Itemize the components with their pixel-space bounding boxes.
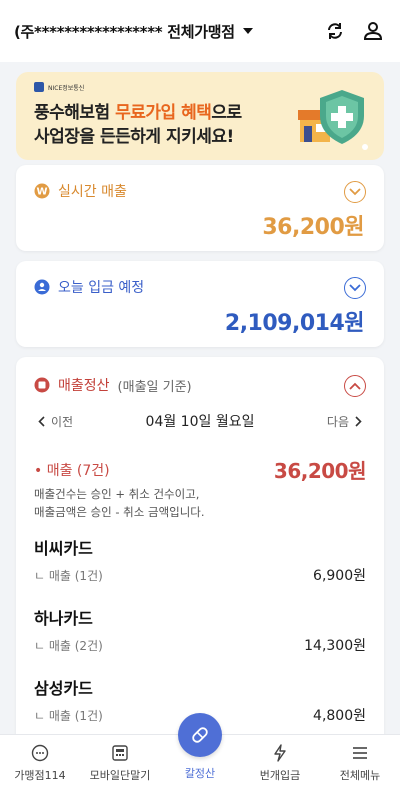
brand-text: NICE정보통신 (48, 84, 85, 92)
realtime-sales-label: 실시간 매출 (58, 184, 127, 200)
settlement-subtitle: (매출일 기준) (117, 379, 192, 395)
nav-item-store114[interactable]: 가맹점114 (2, 743, 78, 783)
card-sales-count: ㄴ 매출 (1건) (34, 708, 103, 723)
card-sales-amount: 6,900원 (313, 568, 366, 584)
expand-realtime-button[interactable] (344, 181, 366, 203)
sales-note-line: 매출건수는 승인 + 취소 건수이고, (34, 487, 200, 501)
card-sales-count: ㄴ 매출 (1건) (34, 568, 103, 583)
realtime-sales-card[interactable]: W 실시간 매출 36,200원 (16, 165, 384, 251)
nav-item-all-menu[interactable]: 전체메뉴 (322, 743, 398, 783)
store-name: (주***************** 전체가맹점 (14, 22, 235, 41)
card-sales-amount: 4,800원 (313, 708, 366, 724)
svg-text:W: W (36, 187, 47, 198)
prev-label: 이전 (51, 414, 74, 429)
main-content[interactable]: NICE정보통신 풍수해보험 무료가입 혜택으로 사업장을 든든하게 지키세요!… (0, 62, 400, 734)
caret-down-icon (242, 28, 253, 34)
deposit-amount: 2,109,014원 (224, 311, 365, 336)
settlement-label: 매출정산 (58, 378, 110, 394)
chevron-down-icon (349, 188, 361, 196)
insurance-banner[interactable]: NICE정보통신 풍수해보험 무료가입 혜택으로 사업장을 든든하게 지키세요! (16, 72, 384, 160)
card-company-detail-row: ㄴ 매출 (2건) 14,300원 (34, 635, 366, 655)
realtime-sales-amount: 36,200원 (262, 215, 364, 240)
pill-icon (192, 727, 208, 743)
deposit-label: 오늘 입금 예정 (58, 280, 145, 296)
menu-icon (350, 743, 370, 763)
lightning-icon (270, 743, 290, 763)
nav-item-instant-deposit[interactable]: 번개입금 (242, 743, 318, 783)
terminal-icon (110, 743, 130, 763)
card-company-name: 하나카드 (34, 609, 93, 628)
card-sales-amount: 14,300원 (304, 638, 366, 654)
sales-note: 매출건수는 승인 + 취소 건수이고, 매출금액은 승인 - 취소 금액입니다. (34, 485, 205, 521)
nav-item-mobile-terminal[interactable]: 모바일단말기 (82, 743, 158, 783)
next-date-button[interactable]: 다음 (327, 413, 362, 430)
deposit-title: 오늘 입금 예정 (34, 277, 144, 297)
nav-label: 가맹점114 (14, 769, 66, 782)
deposit-card[interactable]: 오늘 입금 예정 2,109,014원 (16, 261, 384, 347)
carousel-dot (362, 144, 368, 150)
sales-total: 36,200원 (273, 459, 367, 483)
next-label: 다음 (326, 414, 349, 429)
nav-label: 전체메뉴 (339, 769, 381, 782)
realtime-sales-title: W 실시간 매출 (34, 181, 127, 201)
nav-label: 번개입금 (259, 769, 301, 782)
prev-date-button[interactable]: 이전 (38, 413, 73, 430)
brand-mark-icon (34, 82, 44, 92)
date-navigator: 이전 04월 10일 월요일 다음 (16, 409, 384, 433)
expand-deposit-button[interactable] (344, 277, 366, 299)
card-company-name: 삼성카드 (34, 679, 93, 698)
user-icon[interactable] (362, 20, 384, 42)
chevron-down-icon (349, 284, 361, 292)
chevron-right-icon (355, 415, 362, 427)
sales-count: • 매출 (7건) (34, 462, 110, 479)
refresh-icon[interactable] (324, 20, 346, 42)
settlement-title: 매출정산 (매출일 기준) (34, 375, 192, 395)
chevron-left-icon (38, 415, 45, 427)
store-selector[interactable]: (주***************** 전체가맹점 (14, 21, 253, 42)
card-company-name: 비씨카드 (34, 539, 93, 558)
banner-headline-suffix: 으로 (211, 103, 242, 123)
top-bar: (주***************** 전체가맹점 (0, 0, 400, 62)
nav-label: 모바일단말기 (89, 769, 151, 782)
card-company-detail-row: ㄴ 매출 (1건) 6,900원 (34, 565, 366, 585)
collapse-settlement-button[interactable] (344, 375, 366, 397)
bottom-navigation: 가맹점114 모바일단말기 칼정산 번개입금 전체메뉴 (0, 713, 400, 791)
chevron-up-icon (349, 382, 361, 390)
settlement-card[interactable]: 매출정산 (매출일 기준) 이전 04월 10일 월요일 다음 • 매출 (7건… (16, 357, 384, 734)
banner-subline: 사업장을 든든하게 지키세요! (34, 127, 234, 147)
banner-headline: 풍수해보험 무료가입 혜택으로 (34, 98, 242, 123)
card-sales-count: ㄴ 매출 (2건) (34, 638, 103, 653)
brand-logo: NICE정보통신 (34, 82, 84, 92)
chat-icon (30, 743, 50, 763)
sales-note-line: 매출금액은 승인 - 취소 금액입니다. (34, 505, 205, 519)
nav-item-settlement-fab[interactable] (178, 713, 222, 757)
shield-store-illustration (298, 90, 364, 144)
record-icon (34, 377, 50, 393)
sales-summary-row: • 매출 (7건) 36,200원 (34, 455, 367, 484)
won-coin-icon: W (34, 183, 50, 199)
person-coin-icon (34, 279, 50, 295)
banner-headline-prefix: 풍수해보험 (34, 103, 116, 123)
current-date: 04월 10일 월요일 (145, 414, 255, 430)
banner-headline-highlight: 무료가입 혜택 (115, 103, 212, 123)
nav-label-settlement[interactable]: 칼정산 (162, 765, 238, 781)
